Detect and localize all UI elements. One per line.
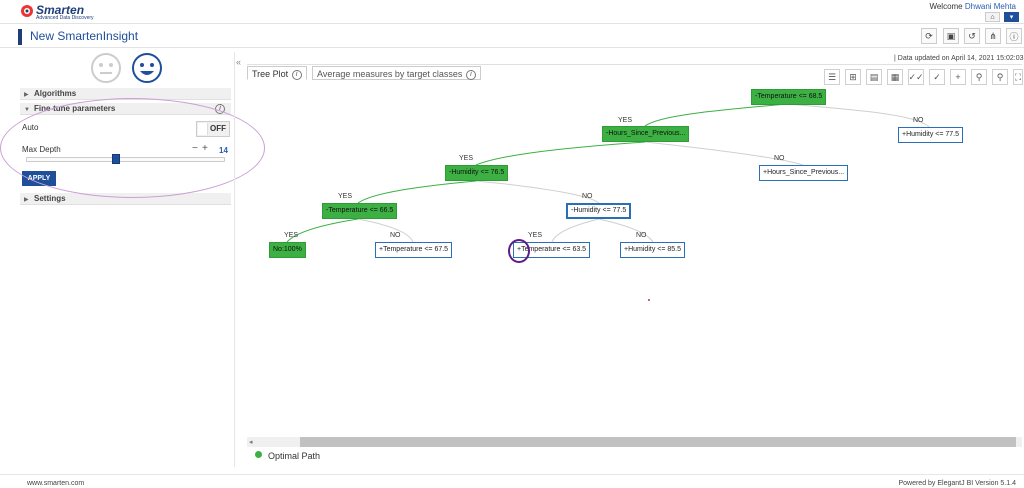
tree-node[interactable]: -Temperature <= 68.5	[751, 89, 827, 105]
tree-node[interactable]: -Humidity <= 76.5	[445, 165, 509, 181]
tree-edge	[357, 180, 477, 204]
tree-edge	[475, 141, 646, 166]
tree-edge	[475, 180, 600, 204]
tree-node[interactable]: -Hours_Since_Previous...	[602, 126, 690, 142]
edge-label: NO	[913, 117, 924, 124]
tree-node-selected[interactable]: -Humidity <= 77.5	[566, 203, 632, 219]
annotation-circle	[508, 239, 530, 263]
tree-edge	[357, 218, 414, 243]
tree-node[interactable]: +Humidity <= 77.5	[898, 127, 964, 143]
tree-node[interactable]: +Temperature <= 67.5	[375, 242, 453, 258]
tree-node[interactable]: +Hours_Since_Previous...	[759, 165, 849, 181]
edge-label: YES	[284, 232, 299, 239]
footer-website[interactable]: www.smarten.com	[27, 480, 84, 487]
optimal-path-swatch	[255, 451, 262, 458]
tree-node[interactable]: -Temperature <= 66.5	[322, 203, 398, 219]
edge-label: NO	[636, 232, 647, 239]
tree-node[interactable]: No:100%	[269, 242, 306, 258]
tree-edge	[644, 103, 788, 127]
edge-label: YES	[528, 232, 543, 239]
footer-divider	[0, 474, 1024, 475]
scroll-left-icon[interactable]: ◂	[249, 438, 253, 446]
tree-edge	[786, 103, 931, 129]
scrollbar-thumb[interactable]	[300, 437, 1016, 447]
edge-label: NO	[582, 193, 593, 200]
edge-label: YES	[459, 155, 474, 162]
edge-label: NO	[774, 155, 785, 162]
edge-label: NO	[390, 232, 401, 239]
footer-version: Powered by ElegantJ BI Version 5.1.4	[898, 480, 1016, 487]
tree-node[interactable]: +Humidity <= 85.5	[620, 242, 686, 258]
tree-edge	[551, 218, 600, 243]
optimal-path-label: Optimal Path	[268, 451, 321, 461]
edge-label: YES	[618, 117, 633, 124]
edge-label: YES	[338, 193, 353, 200]
stray-dot	[648, 299, 650, 301]
